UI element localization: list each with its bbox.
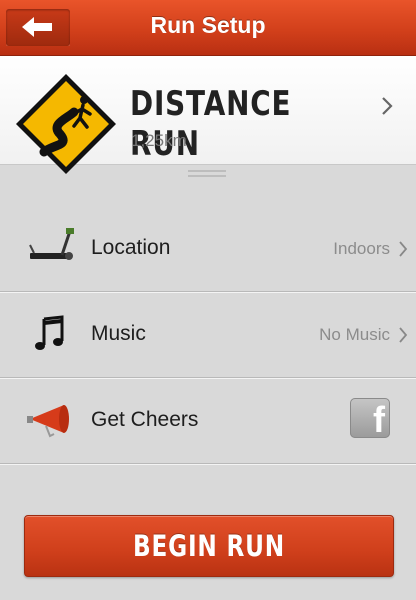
setting-row-music[interactable]: Music No Music [0,291,416,378]
treadmill-icon [29,228,74,260]
page-title: Run Setup [150,12,266,38]
setting-row-get-cheers[interactable]: Get Cheers f [0,377,416,464]
setting-value: Indoors [333,239,390,258]
setting-value: No Music [319,325,390,344]
megaphone-icon [27,405,69,438]
drag-handle[interactable] [188,170,226,180]
chevron-right-icon [382,97,393,115]
chevron-right-icon [399,327,408,343]
music-note-icon [35,315,64,350]
chevron-right-icon [399,241,408,257]
begin-run-button[interactable]: BEGIN RUN [24,515,394,577]
setting-label: Location [91,236,171,259]
facebook-icon[interactable]: f [350,398,390,440]
winding-road-runner-sign-icon [16,74,116,174]
setting-label: Music [91,322,146,345]
top-bar: Run Setup [0,0,416,56]
begin-run-label: BEGIN RUN [132,529,286,563]
setting-row-location[interactable]: Location Indoors [0,205,416,292]
run-type-title: DISTANCE RUN [130,84,292,164]
setting-label: Get Cheers [91,408,199,431]
run-type-selector[interactable]: DISTANCE RUN 1,25km [0,56,416,174]
run-distance: 1,25km [131,131,187,150]
